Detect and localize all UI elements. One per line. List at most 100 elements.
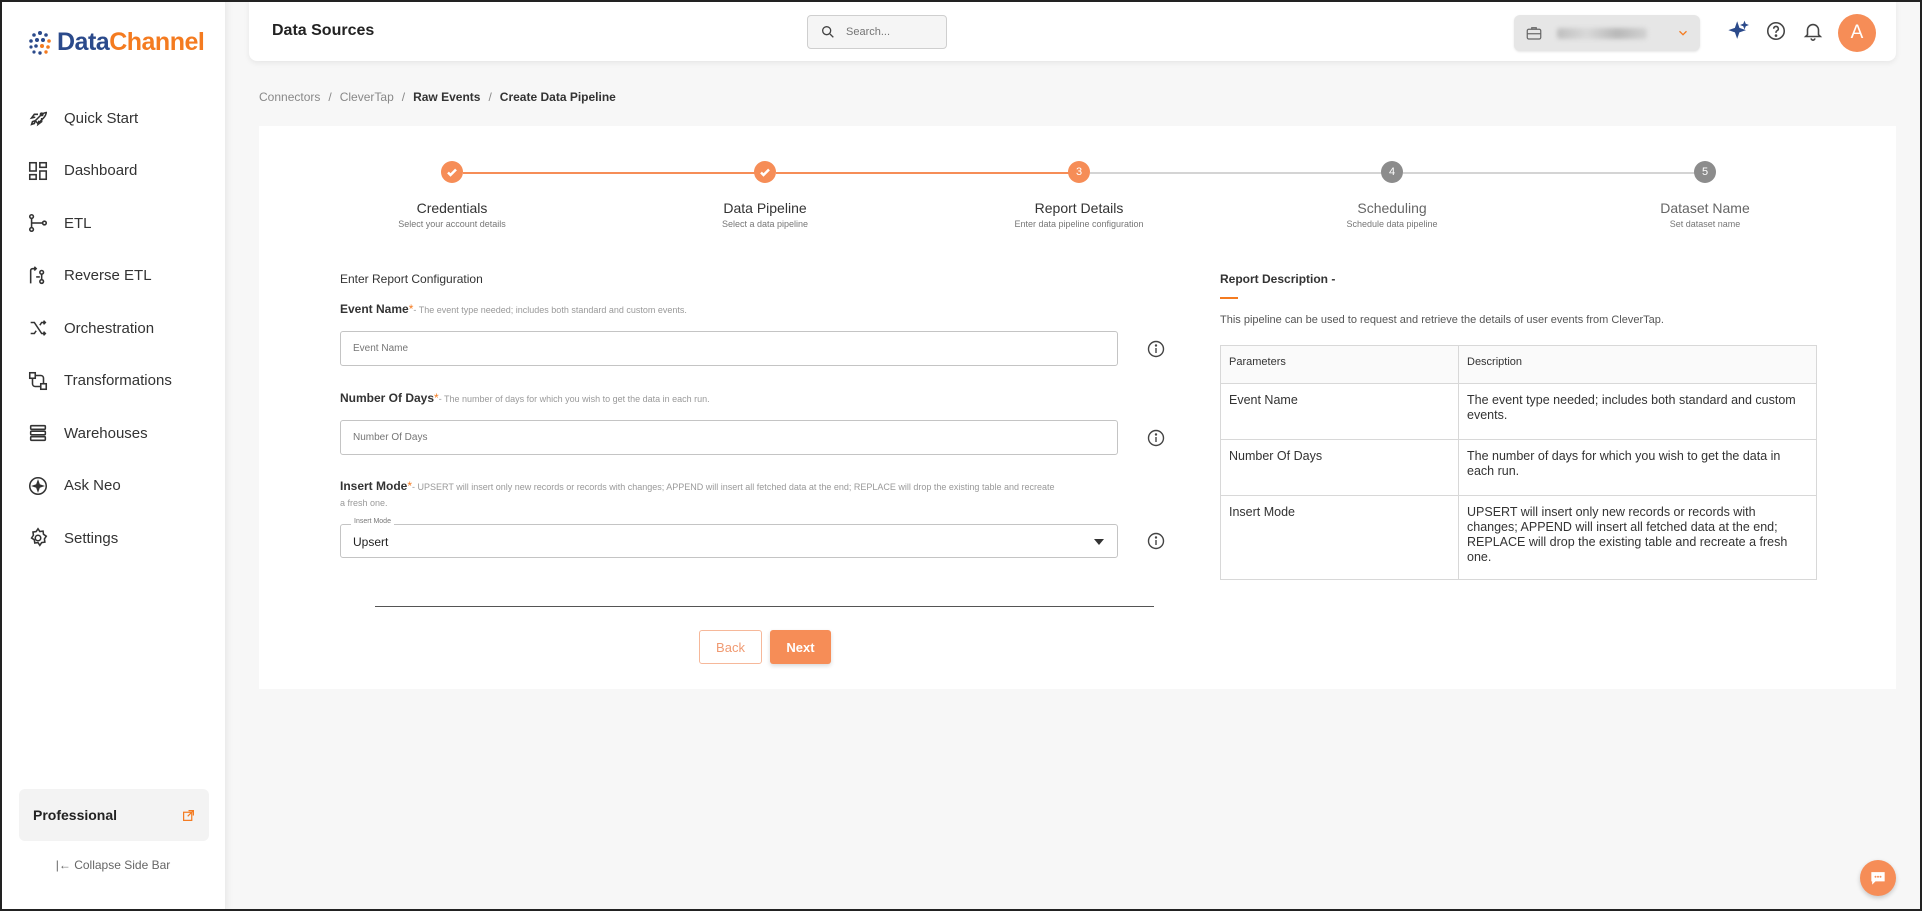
step-label: Scheduling bbox=[1357, 200, 1427, 216]
reverse-etl-icon bbox=[29, 266, 45, 284]
insert-mode-legend: Insert Mode bbox=[351, 518, 394, 525]
workspace-name-redacted bbox=[1557, 27, 1647, 39]
sidebar-item-warehouses[interactable]: Warehouses bbox=[0, 407, 226, 460]
search-icon bbox=[822, 25, 834, 38]
sidebar-item-dashboard[interactable]: Dashboard bbox=[0, 145, 226, 198]
briefcase-icon bbox=[1526, 27, 1542, 40]
sidebar-item-label: Transformations bbox=[64, 372, 172, 390]
table-row: Event Name The event type needed; includ… bbox=[1220, 383, 1817, 440]
param-name: Number Of Days bbox=[1220, 439, 1459, 496]
collapse-sidebar-button[interactable]: |← Collapse Side Bar bbox=[0, 858, 226, 872]
parameters-table: Parameters Description Event Name The ev… bbox=[1220, 345, 1817, 580]
sidebar-item-reverse-etl[interactable]: Reverse ETL bbox=[0, 250, 226, 303]
table-row: Number Of Days The number of days for wh… bbox=[1220, 439, 1817, 496]
insert-mode-info-button[interactable] bbox=[1147, 532, 1165, 550]
breadcrumb: Connectors / CleverTap / Raw Events / Create D… bbox=[259, 90, 616, 104]
sidebar-item-transformations[interactable]: Transformations bbox=[0, 355, 226, 408]
brand-name-part2: Channel bbox=[109, 28, 205, 56]
column-header: Parameters bbox=[1220, 345, 1459, 384]
help-button[interactable] bbox=[1765, 20, 1787, 42]
step-label: Report Details bbox=[1034, 200, 1124, 216]
insert-mode-value: Upsert bbox=[353, 535, 389, 549]
next-button[interactable]: Next bbox=[770, 630, 831, 664]
insert-mode-select[interactable]: Insert Mode Upsert bbox=[340, 518, 1118, 558]
breadcrumb-current: Create Data Pipeline bbox=[499, 90, 616, 104]
step-connector-2 bbox=[776, 172, 1078, 174]
breadcrumb-raw-events[interactable]: Raw Events bbox=[413, 90, 480, 104]
step-label: Credentials bbox=[416, 200, 488, 216]
report-description-text: This pipeline can be used to request and… bbox=[1220, 314, 1664, 326]
user-avatar[interactable]: A bbox=[1838, 14, 1876, 52]
param-description: The number of days for which you wish to… bbox=[1458, 439, 1817, 496]
param-name: Insert Mode bbox=[1220, 495, 1459, 580]
search-box[interactable] bbox=[807, 15, 947, 49]
sidebar-item-label: Ask Neo bbox=[64, 477, 121, 495]
step-sub: Enter data pipeline configuration bbox=[1014, 219, 1144, 229]
step-label: Dataset Name bbox=[1660, 200, 1750, 216]
brand-name-part1: Data bbox=[57, 28, 110, 56]
event-name-label: Event Name*- The event type needed; incl… bbox=[340, 302, 687, 316]
sparkle-ai-button[interactable] bbox=[1728, 20, 1750, 42]
sidebar-item-label: ETL bbox=[64, 214, 92, 232]
param-name: Event Name bbox=[1220, 383, 1459, 440]
logo-icon bbox=[29, 30, 51, 55]
gear-icon bbox=[30, 527, 48, 547]
breadcrumb-connectors[interactable]: Connectors bbox=[259, 90, 320, 104]
chat-icon bbox=[1871, 872, 1885, 885]
days-info-button[interactable] bbox=[1147, 429, 1165, 447]
sidebar-item-orchestration[interactable]: Orchestration bbox=[0, 302, 226, 355]
info-icon bbox=[1147, 429, 1165, 447]
sidebar-item-settings[interactable]: Settings bbox=[0, 512, 226, 565]
orchestration-icon bbox=[30, 320, 47, 337]
sidebar-item-label: Settings bbox=[64, 529, 119, 547]
number-of-days-input[interactable] bbox=[340, 420, 1118, 455]
workspace-selector[interactable] bbox=[1514, 15, 1700, 51]
sidebar-item-label: Quick Start bbox=[64, 109, 139, 127]
step-sub: Select a data pipeline bbox=[721, 219, 809, 229]
page-title: Data Sources bbox=[272, 22, 375, 39]
event-name-info-button[interactable] bbox=[1147, 340, 1165, 358]
insert-mode-label: Insert Mode*- UPSERT will insert only ne… bbox=[340, 479, 1055, 508]
step-sub: Set dataset name bbox=[1669, 219, 1741, 229]
sidebar-item-etl[interactable]: ETL bbox=[0, 197, 226, 250]
step-number-4: 4 bbox=[1381, 161, 1403, 183]
step-connector-4 bbox=[1403, 172, 1704, 174]
brand-logo[interactable]: DataChannel bbox=[27, 28, 205, 57]
chat-support-button[interactable] bbox=[1860, 860, 1896, 896]
plan-name: Professional bbox=[33, 807, 118, 823]
sidebar-item-label: Orchestration bbox=[64, 319, 155, 337]
etl-icon bbox=[28, 214, 48, 233]
sidebar-item-quick-start[interactable]: Quick Start bbox=[0, 92, 226, 145]
search-input[interactable] bbox=[846, 26, 936, 38]
sidebar-item-label: Warehouses bbox=[64, 424, 148, 442]
param-description: The event type needed; includes both sta… bbox=[1458, 383, 1817, 440]
info-icon bbox=[1147, 532, 1165, 550]
dashboard-icon bbox=[28, 161, 48, 180]
sidebar-nav: Quick Start Dashboard ETL Reverse ETL Or… bbox=[0, 92, 226, 565]
sidebar-item-ask-neo[interactable]: Ask Neo bbox=[0, 460, 226, 513]
step-check-2 bbox=[754, 161, 776, 183]
step-connector-3 bbox=[1090, 172, 1391, 174]
breadcrumb-clevertap[interactable]: CleverTap bbox=[340, 90, 394, 104]
sidebar: DataChannel Quick Start Dashboard ETL Re… bbox=[0, 0, 226, 911]
collapse-arrow-icon: |← bbox=[55, 858, 71, 872]
help-icon bbox=[1766, 21, 1786, 41]
days-label: Number Of Days*- The number of days for … bbox=[340, 391, 710, 405]
step-number-3: 3 bbox=[1068, 161, 1090, 183]
form-divider bbox=[375, 606, 1154, 607]
table-header-row: Parameters Description bbox=[1220, 345, 1817, 384]
plan-box[interactable]: Professional bbox=[19, 789, 209, 841]
info-icon bbox=[1147, 340, 1165, 358]
collapse-label: Collapse Side Bar bbox=[74, 858, 171, 872]
step-sub: Schedule data pipeline bbox=[1346, 219, 1438, 229]
back-button[interactable]: Back bbox=[699, 630, 762, 664]
notifications-button[interactable] bbox=[1802, 20, 1824, 42]
table-row: Insert Mode UPSERT will insert only new … bbox=[1220, 495, 1817, 580]
external-link-icon[interactable] bbox=[182, 809, 195, 822]
event-name-input[interactable] bbox=[340, 331, 1118, 366]
ask-neo-icon bbox=[28, 476, 48, 495]
check-icon bbox=[760, 168, 770, 177]
chevron-down-icon bbox=[1679, 30, 1687, 36]
step-sub: Select your account details bbox=[398, 219, 506, 229]
warehouses-icon bbox=[29, 425, 47, 442]
